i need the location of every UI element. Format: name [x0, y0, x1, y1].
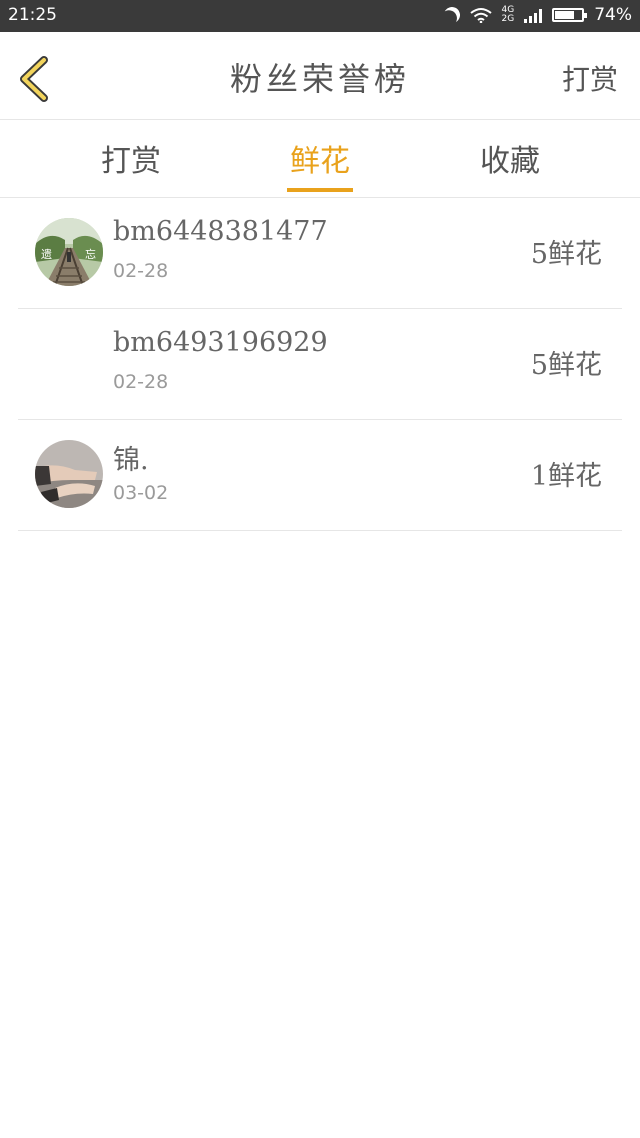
battery-icon [552, 8, 588, 22]
active-tab-indicator [287, 188, 353, 192]
hands-photo-icon [35, 440, 103, 508]
signal-icon [524, 7, 543, 23]
status-icons: 4G 2G 74% [441, 5, 632, 26]
avatar[interactable] [35, 440, 103, 508]
status-bar: 21:25 4G 2G 74% [0, 0, 640, 32]
item-amount: 1鲜花 [530, 461, 602, 492]
tab-label: 鲜花 [290, 144, 350, 179]
page-title: 粉丝荣誉榜 [229, 60, 410, 98]
item-name: bm6493196929 [113, 327, 328, 358]
tab-label: 收藏 [480, 144, 540, 179]
list-item[interactable]: 遗 忘 bm6448381477 02-28 5鲜花 [18, 198, 622, 309]
avatar[interactable]: 遗 忘 [35, 218, 103, 286]
wifi-icon [469, 8, 492, 23]
item-date: 02-28 [113, 260, 169, 282]
reward-button[interactable]: 打赏 [562, 58, 618, 98]
header: 粉丝荣誉榜 打赏 [0, 32, 640, 120]
tab-reward[interactable]: 打赏 [71, 136, 191, 196]
item-name: bm6448381477 [113, 216, 328, 247]
network-type-secondary: 2G [501, 14, 515, 24]
fan-list: 遗 忘 bm6448381477 02-28 5鲜花 bm6493196929 … [18, 198, 622, 531]
item-amount: 5鲜花 [530, 239, 602, 270]
moon-icon [441, 5, 462, 26]
list-item[interactable]: bm6493196929 02-28 5鲜花 [18, 309, 622, 420]
status-time: 21:25 [8, 5, 57, 25]
item-name: 锦. [113, 445, 149, 476]
tab-favorites[interactable]: 收藏 [450, 136, 570, 196]
battery-fill [555, 11, 575, 19]
network-type-icon: 4G 2G [502, 6, 515, 24]
tab-flowers[interactable]: 鲜花 [260, 136, 380, 196]
list-item[interactable]: 锦. 03-02 1鲜花 [18, 420, 622, 531]
item-date: 03-02 [113, 482, 169, 504]
item-amount: 5鲜花 [530, 350, 602, 381]
tab-bar: 打赏 鲜花 收藏 [0, 120, 640, 198]
svg-text:遗: 遗 [41, 247, 52, 261]
battery-percent: 74% [594, 5, 632, 25]
svg-text:忘: 忘 [85, 247, 96, 261]
item-date: 02-28 [113, 371, 169, 393]
tab-label: 打赏 [101, 144, 161, 179]
railway-photo-icon: 遗 忘 [35, 218, 103, 286]
